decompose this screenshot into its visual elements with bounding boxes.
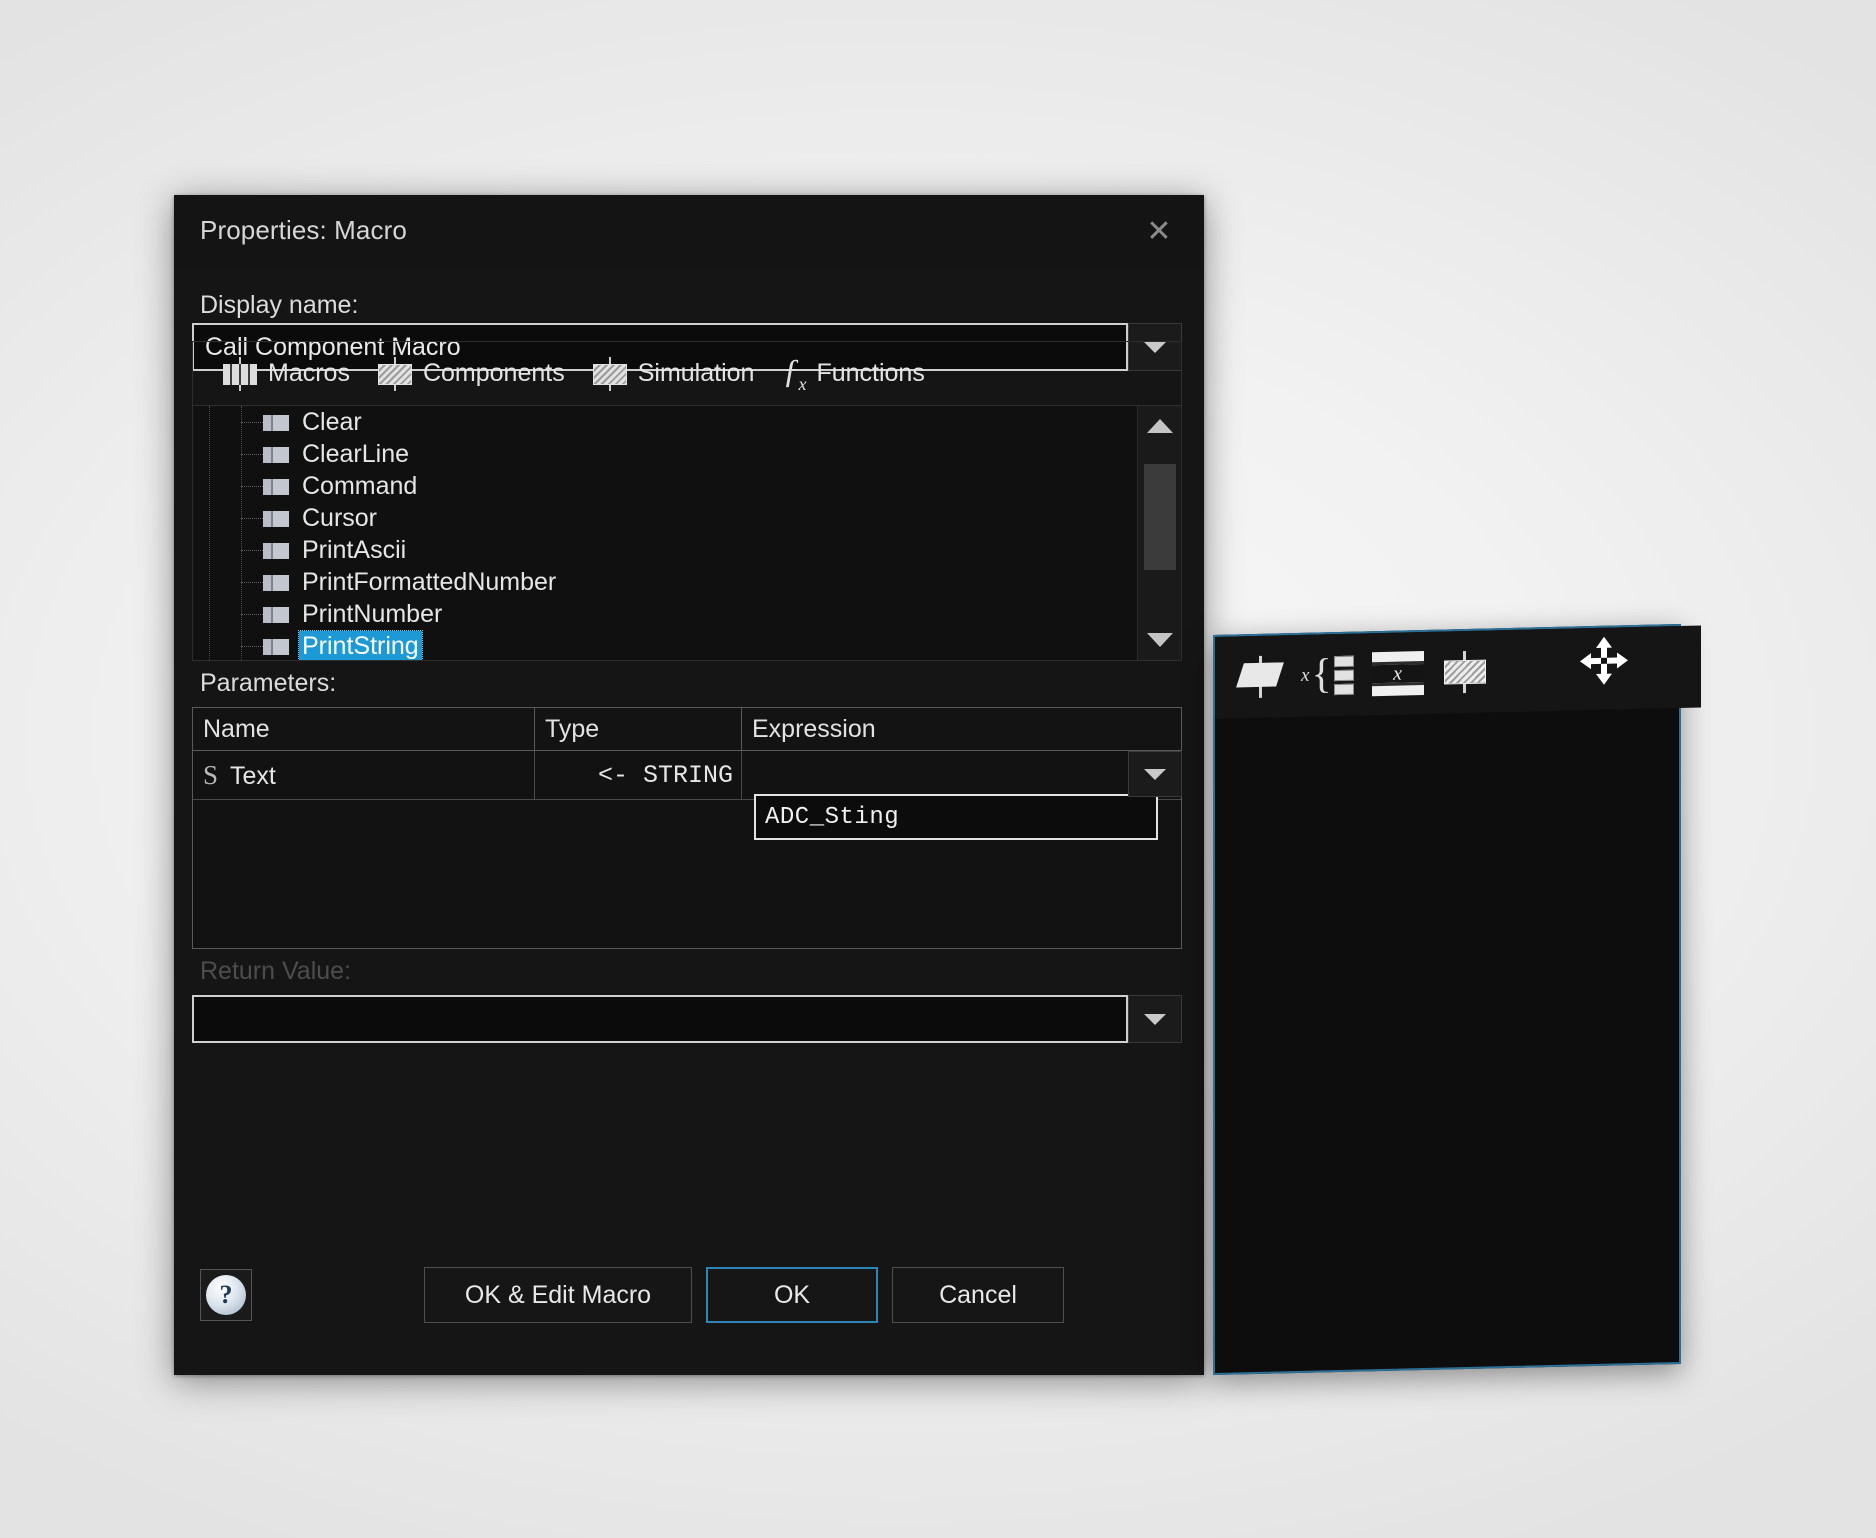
tab-components[interactable]: Components bbox=[364, 342, 579, 405]
column-header-name[interactable]: Name bbox=[193, 708, 535, 751]
macro-list-rows: Clear ClearLine Command Cursor PrintAsci… bbox=[193, 406, 1137, 660]
tree-connector bbox=[241, 486, 263, 487]
list-item-label: Command bbox=[302, 471, 418, 500]
list-item[interactable]: Clear bbox=[193, 406, 1137, 438]
macro-item-icon bbox=[263, 415, 289, 431]
dialog-titlebar[interactable]: Properties: Macro ✕ bbox=[174, 195, 1204, 267]
component-hatched-icon[interactable] bbox=[1442, 649, 1488, 696]
return-value-input[interactable] bbox=[192, 995, 1128, 1043]
macro-item-icon bbox=[263, 447, 289, 463]
macro-item-icon bbox=[263, 511, 289, 527]
tab-macros[interactable]: Macros bbox=[209, 342, 364, 405]
expression-input[interactable]: ADC_Sting bbox=[754, 794, 1158, 840]
component-chip-icon bbox=[377, 356, 412, 391]
tab-macros-label: Macros bbox=[268, 359, 350, 387]
column-header-type[interactable]: Type bbox=[534, 708, 742, 751]
caret-up-icon bbox=[1146, 419, 1173, 433]
expression-table-icon[interactable]: x bbox=[1371, 651, 1424, 697]
list-item-label: PrintString bbox=[298, 629, 423, 660]
fx-icon: ƒx bbox=[782, 352, 806, 394]
expression-dropdown-button[interactable] bbox=[1128, 751, 1182, 797]
scroll-up-button[interactable] bbox=[1138, 406, 1181, 446]
list-item[interactable]: PrintNumber bbox=[193, 598, 1137, 630]
tree-connector bbox=[241, 422, 263, 423]
return-value-dropdown-button[interactable] bbox=[1128, 995, 1182, 1043]
ok-and-edit-macro-button[interactable]: OK & Edit Macro bbox=[424, 1267, 692, 1323]
help-button[interactable]: ? bbox=[200, 1269, 252, 1321]
macro-item-icon bbox=[263, 479, 289, 495]
column-header-expression[interactable]: Expression bbox=[741, 708, 1181, 751]
tree-connector bbox=[241, 614, 263, 615]
tree-item-globals-label: Globals bbox=[1269, 723, 1362, 727]
list-item-label: Cursor bbox=[302, 503, 378, 532]
parameters-table: Name Type Expression S Text <- STRING AD… bbox=[192, 707, 1182, 949]
cancel-button[interactable]: Cancel bbox=[892, 1267, 1064, 1323]
parameter-expression-cell[interactable] bbox=[741, 750, 1181, 800]
list-item[interactable]: PrintFormattedNumber bbox=[193, 566, 1137, 598]
x-brace-variables-icon[interactable]: x { bbox=[1301, 651, 1354, 698]
globals-tree[interactable]: Globals Constants <Add new> b false bbox=[1225, 716, 1669, 727]
question-mark-icon: ? bbox=[206, 1275, 246, 1315]
tab-functions-label: Functions bbox=[816, 359, 925, 387]
string-type-glyph-icon: S bbox=[203, 759, 219, 790]
tree-connector bbox=[241, 582, 263, 583]
parameters-label: Parameters: bbox=[200, 669, 337, 697]
ok-button[interactable]: OK bbox=[706, 1267, 878, 1323]
parameter-name-text: Text bbox=[230, 761, 276, 790]
table-row[interactable]: S Text <- STRING bbox=[193, 750, 1181, 800]
caret-down-icon bbox=[1146, 633, 1173, 647]
scroll-down-button[interactable] bbox=[1138, 620, 1181, 660]
ok-label: OK bbox=[773, 1280, 811, 1309]
source-tabs: Macros Components Simulation ƒx Function… bbox=[192, 341, 1182, 405]
list-item-label: ClearLine bbox=[302, 439, 410, 468]
list-item[interactable]: PrintAscii bbox=[193, 534, 1137, 566]
macro-properties-dialog: Properties: Macro ✕ Display name: Call C… bbox=[174, 195, 1204, 1375]
globals-panel-inner: x { x bbox=[1215, 625, 1701, 727]
list-item-label: PrintNumber bbox=[302, 599, 443, 628]
tab-functions[interactable]: ƒx Functions bbox=[768, 342, 938, 405]
list-scrollbar[interactable] bbox=[1137, 406, 1181, 660]
simulation-chip-icon bbox=[592, 356, 627, 391]
list-item-label: PrintAscii bbox=[302, 535, 407, 564]
cancel-label: Cancel bbox=[939, 1280, 1017, 1309]
tree-connector bbox=[241, 550, 263, 551]
chevron-down-icon bbox=[1144, 768, 1166, 780]
scrollbar-thumb[interactable] bbox=[1144, 464, 1176, 570]
display-name-label: Display name: bbox=[200, 291, 359, 319]
macro-item-icon bbox=[263, 607, 289, 623]
list-item-selected[interactable]: PrintString bbox=[193, 629, 1137, 660]
macro-chip-icon bbox=[223, 356, 257, 391]
list-item-label: Clear bbox=[302, 407, 362, 436]
tree-connector bbox=[241, 454, 263, 455]
tab-simulation[interactable]: Simulation bbox=[579, 342, 769, 405]
globals-toolbar: x { x bbox=[1215, 625, 1701, 719]
move-handle-icon[interactable] bbox=[1577, 633, 1631, 688]
screen-background: Properties: Macro ✕ Display name: Call C… bbox=[0, 0, 1876, 1538]
macro-item-icon bbox=[263, 543, 289, 559]
macro-item-icon bbox=[263, 575, 289, 591]
tab-simulation-label: Simulation bbox=[637, 359, 755, 387]
tree-connector bbox=[241, 518, 263, 519]
dialog-title: Properties: Macro bbox=[200, 215, 407, 245]
list-item[interactable]: Cursor bbox=[193, 502, 1137, 534]
parameter-name-cell[interactable]: S Text bbox=[193, 750, 535, 800]
table-header-row: Name Type Expression bbox=[193, 708, 1181, 751]
list-item-label: PrintFormattedNumber bbox=[302, 567, 557, 596]
parameter-type-cell: <- STRING bbox=[534, 750, 742, 800]
tab-components-label: Components bbox=[422, 359, 565, 387]
parallelogram-macro-icon[interactable] bbox=[1236, 653, 1284, 700]
tree-item-globals[interactable]: Globals bbox=[1225, 716, 1669, 727]
return-value-label: Return Value: bbox=[200, 957, 352, 985]
list-item[interactable]: Command bbox=[193, 470, 1137, 502]
macro-list[interactable]: Clear ClearLine Command Cursor PrintAsci… bbox=[192, 405, 1182, 661]
chevron-down-icon bbox=[1144, 1013, 1166, 1025]
macro-item-icon bbox=[263, 639, 289, 655]
list-item[interactable]: ClearLine bbox=[193, 438, 1137, 470]
globals-panel: x { x bbox=[1213, 623, 1701, 1375]
close-icon[interactable]: ✕ bbox=[1136, 209, 1182, 253]
ok-and-edit-macro-label: OK & Edit Macro bbox=[464, 1280, 652, 1309]
tree-connector bbox=[241, 646, 263, 647]
